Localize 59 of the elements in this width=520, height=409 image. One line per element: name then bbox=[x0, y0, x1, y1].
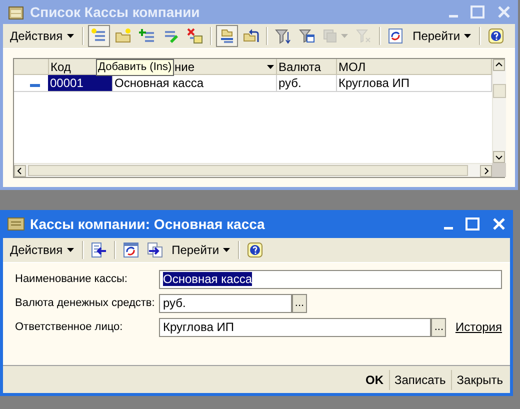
scroll-thumb[interactable] bbox=[493, 84, 506, 98]
minus-icon bbox=[30, 84, 40, 87]
toolbar-button[interactable] bbox=[216, 25, 238, 47]
list-star-icon bbox=[90, 28, 107, 44]
funnel-icon bbox=[274, 28, 291, 44]
folder-arrow-icon bbox=[242, 28, 259, 44]
column-header[interactable]: МОЛ bbox=[338, 60, 366, 74]
folder-window-icon bbox=[7, 215, 25, 233]
choice-button[interactable]: ... bbox=[431, 318, 446, 336]
column-header[interactable]: ние bbox=[174, 60, 195, 74]
field-label: Ответственное лицо: bbox=[15, 321, 124, 333]
history-link[interactable]: История bbox=[455, 320, 502, 334]
help-icon bbox=[247, 242, 264, 258]
choice-button[interactable]: ... bbox=[292, 294, 307, 312]
list-plus-icon bbox=[138, 28, 155, 44]
input-field[interactable]: Основная касса bbox=[159, 270, 502, 288]
input-field[interactable]: руб. bbox=[159, 294, 292, 312]
documents-arrow-icon bbox=[146, 242, 163, 258]
caret-icon bbox=[66, 248, 74, 252]
field-label: Валюта денежных средств: bbox=[15, 297, 156, 309]
window-title: Список Кассы компании bbox=[30, 4, 201, 20]
tree-list-icon bbox=[218, 28, 235, 44]
caret-icon bbox=[223, 248, 230, 252]
caret-icon bbox=[66, 34, 74, 38]
document-arrow-icon bbox=[90, 242, 107, 258]
maximize-icon bbox=[465, 217, 480, 231]
folder-star-icon bbox=[114, 28, 131, 44]
tooltip: Добавить (Ins) bbox=[96, 59, 174, 76]
list-cross-icon bbox=[186, 28, 203, 44]
dialog-button[interactable]: Записать bbox=[388, 370, 451, 390]
caret-icon bbox=[340, 34, 348, 38]
table-cell: 00001 bbox=[48, 74, 112, 92]
dialog-button[interactable]: Закрыть bbox=[450, 370, 508, 390]
minimize-icon bbox=[449, 15, 458, 18]
minimize-icon bbox=[444, 227, 453, 230]
input-field[interactable]: Круглова ИП bbox=[159, 318, 432, 336]
caret-icon bbox=[266, 64, 274, 68]
menu-button[interactable]: Действия bbox=[6, 241, 78, 259]
menu-button[interactable]: Перейти bbox=[168, 241, 234, 259]
funnel-window-icon bbox=[298, 28, 315, 44]
window-title: Кассы компании: Основная касса bbox=[30, 216, 266, 232]
maximize-icon bbox=[470, 5, 485, 19]
funnel-stack-icon bbox=[322, 28, 339, 44]
list-pencil-icon bbox=[162, 28, 179, 44]
caret-icon bbox=[464, 34, 472, 38]
menu-button[interactable]: Действия bbox=[6, 27, 78, 45]
dialog-button[interactable]: OK bbox=[360, 370, 388, 390]
funnel-cross-icon bbox=[356, 28, 372, 44]
close-icon bbox=[497, 5, 511, 19]
field-label: Наименование кассы: bbox=[15, 273, 128, 285]
refresh-icon bbox=[388, 28, 404, 44]
menu-button[interactable]: Перейти bbox=[408, 27, 476, 45]
close-icon bbox=[492, 217, 506, 231]
table-cell: руб. bbox=[276, 74, 336, 92]
table-cell: Круглова ИП bbox=[336, 74, 492, 92]
scrollbar-corner bbox=[492, 163, 506, 177]
help-icon bbox=[488, 28, 504, 44]
scroll-thumb[interactable] bbox=[28, 165, 468, 176]
refresh-window-icon bbox=[122, 242, 139, 258]
